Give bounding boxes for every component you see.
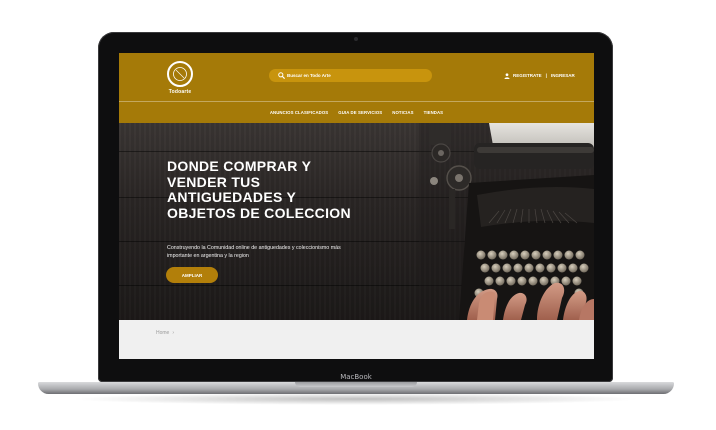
laptop-shadow — [70, 393, 642, 405]
register-link[interactable]: REGISTRATE — [513, 73, 542, 78]
nav-item-guia-de-servicios[interactable]: GUIA DE SERVICIOS — [338, 102, 382, 123]
typewriter-image — [419, 123, 594, 320]
account-links: REGISTRATE | INGRESAR — [504, 72, 575, 80]
laptop-notch — [295, 382, 417, 387]
account-separator: | — [545, 73, 547, 78]
breadcrumb-home-link[interactable]: Home — [156, 330, 169, 336]
ampliar-button[interactable]: AMPLIAR — [166, 267, 218, 283]
breadcrumb: Home › — [156, 329, 174, 337]
hero-banner: DONDE COMPRAR Y VENDER TUS ANTIGUEDADES … — [119, 123, 594, 320]
search-icon — [278, 72, 285, 79]
camera — [354, 37, 358, 41]
login-link[interactable]: INGRESAR — [551, 73, 575, 78]
breadcrumb-bar: Home › — [119, 320, 594, 359]
device-brand-label: MacBook — [340, 373, 372, 381]
laptop-screen: Todoarte REGISTRATE| INGRESAR ANUNCIOS CL… — [119, 53, 594, 359]
stage: Todoarte REGISTRATE| INGRESAR ANUNCIOS CL… — [0, 0, 716, 430]
hero-title: DONDE COMPRAR Y VENDER TUS ANTIGUEDADES … — [167, 158, 351, 221]
hero-subtitle: Construyendo la Comunidad online de anti… — [167, 245, 341, 259]
nav-item-tiendas[interactable]: TIENDAS — [424, 102, 444, 123]
search-input[interactable] — [287, 69, 427, 82]
user-icon — [504, 73, 510, 79]
nav-item-anuncios-clasificados[interactable]: ANUNCIOS CLASIFICADOS — [270, 102, 328, 123]
logo-text: Todoarte — [168, 89, 192, 95]
main-nav: ANUNCIOS CLASIFICADOS GUIA DE SERVICIOS … — [119, 102, 594, 123]
logo[interactable] — [167, 61, 193, 87]
compass-logo-icon — [173, 67, 187, 81]
nav-item-noticias[interactable]: NOTICIAS — [392, 102, 413, 123]
search-bar[interactable] — [269, 69, 432, 82]
site-header: Todoarte REGISTRATE| INGRESAR ANUNCIOS CL… — [119, 53, 594, 123]
chevron-right-icon: › — [172, 330, 175, 336]
slider-dots — [351, 310, 363, 313]
